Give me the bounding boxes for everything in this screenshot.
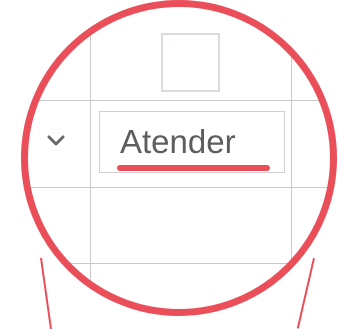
grid-row-divider bbox=[21, 263, 337, 264]
row-select-checkbox[interactable] bbox=[161, 33, 220, 92]
callout-pointer-right bbox=[296, 258, 315, 329]
chevron-down-icon[interactable] bbox=[46, 134, 66, 148]
grid-column-divider bbox=[90, 0, 91, 316]
magnifier-view: Atender bbox=[21, 0, 337, 316]
status-field-value: Atender bbox=[120, 123, 236, 160]
highlight-underline bbox=[117, 165, 270, 171]
grid-column-divider bbox=[291, 0, 292, 316]
status-field[interactable]: Atender bbox=[99, 111, 285, 173]
grid-row-divider bbox=[21, 187, 337, 188]
grid-row-divider bbox=[21, 100, 337, 101]
callout-pointer-left bbox=[40, 257, 53, 329]
zoom-callout: Atender bbox=[0, 0, 339, 329]
